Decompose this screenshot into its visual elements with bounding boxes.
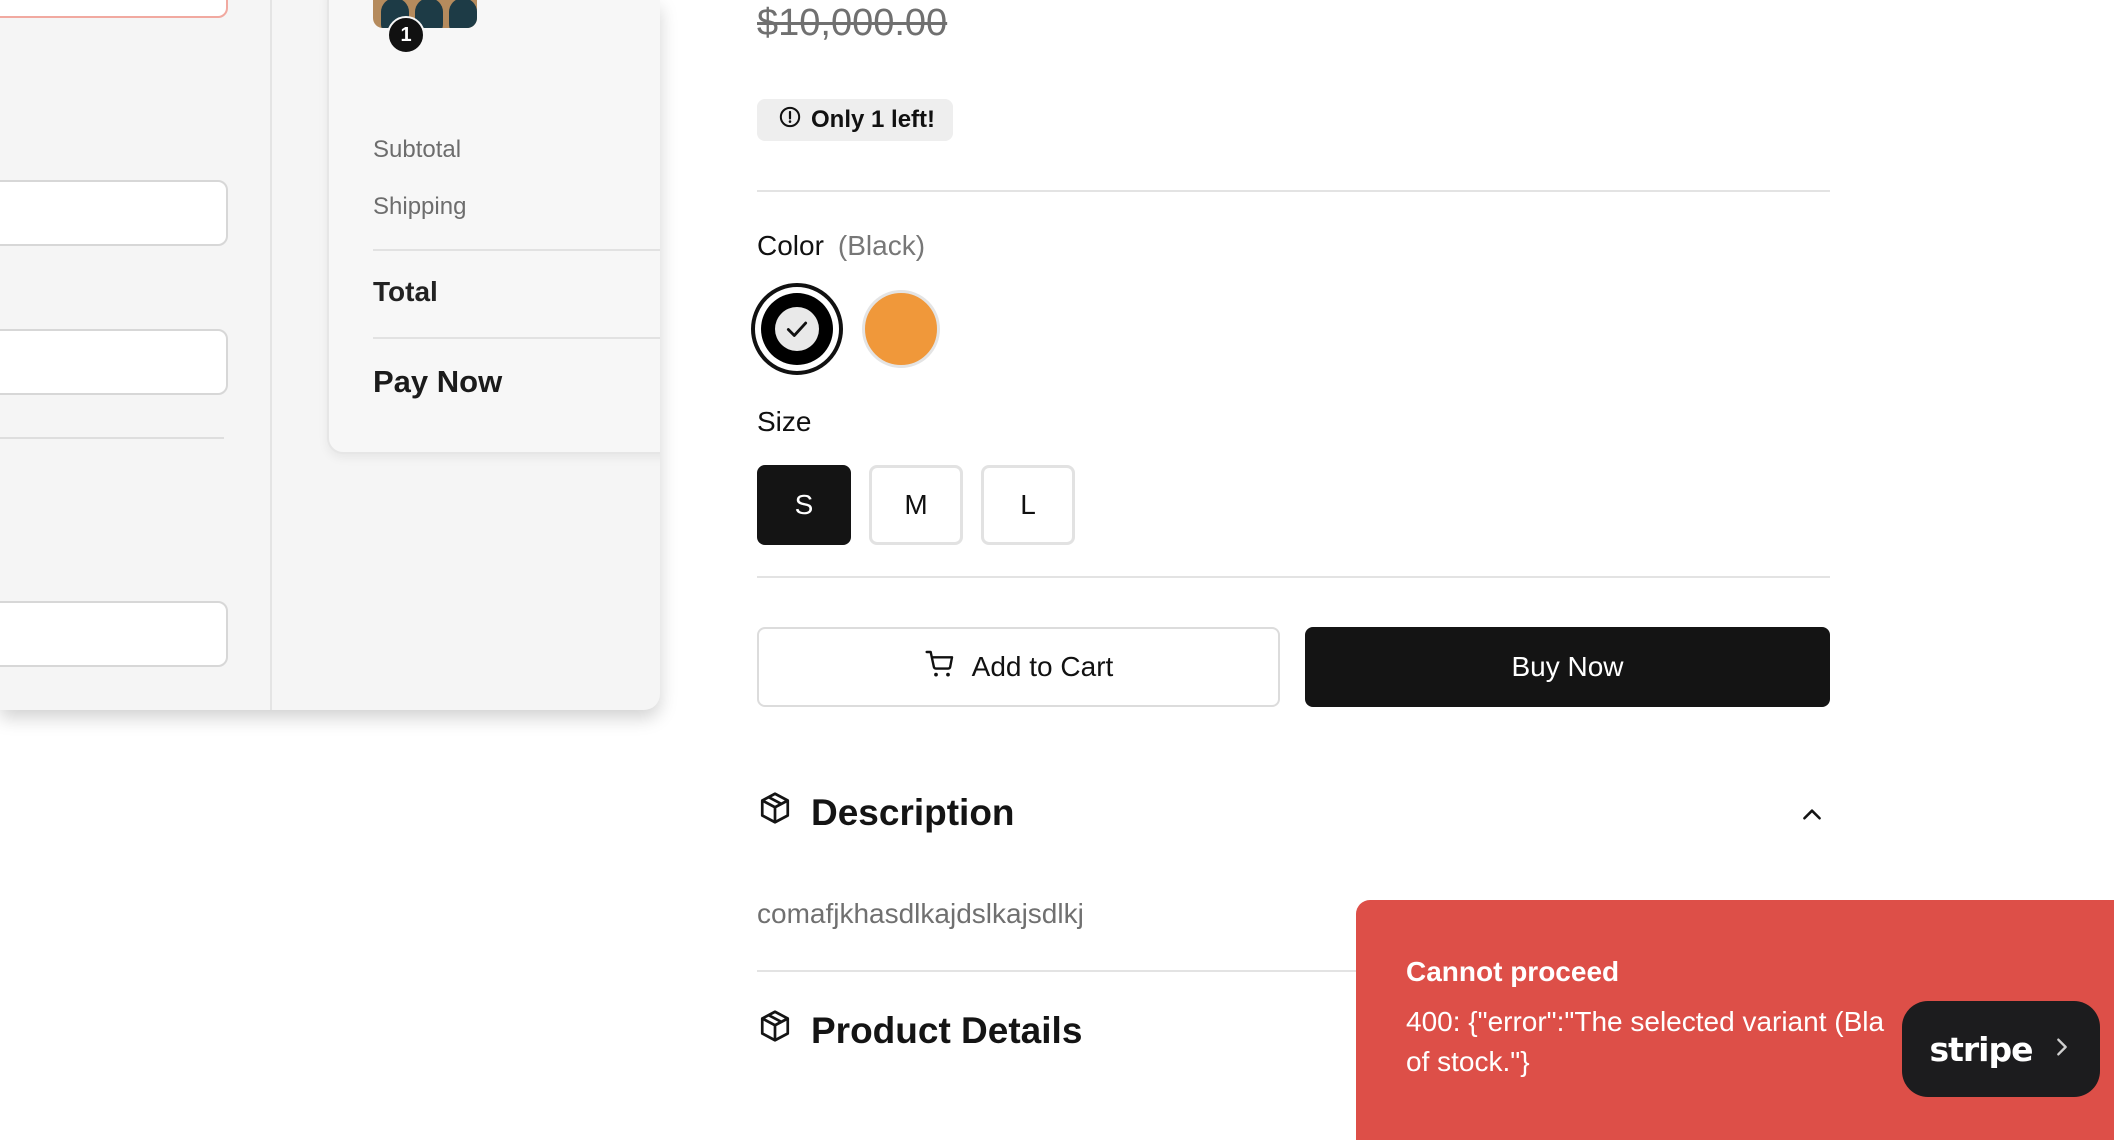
divider [757,576,1830,578]
color-swatch-orange[interactable] [862,290,940,368]
stripe-badge[interactable]: stripe [1902,1001,2100,1097]
add-to-cart-label: Add to Cart [971,651,1114,682]
form-field[interactable] [0,601,228,667]
summary-divider [373,249,660,251]
size-option-m[interactable]: M [869,465,963,545]
checkout-form-column [0,0,272,710]
shipping-label: Shipping [373,193,467,220]
description-heading[interactable]: Description [757,790,1015,835]
color-selected-value: (Black) [837,230,926,261]
total-label: Total [373,276,438,307]
divider [757,190,1830,192]
package-icon [757,790,793,835]
size-option-l[interactable]: L [981,465,1075,545]
color-label-text: Color [757,230,824,261]
subtotal-label: Subtotal [373,136,462,163]
color-label: Color (Black) [757,230,925,262]
summary-divider [373,337,660,339]
alert-icon [779,106,801,135]
checkout-modal: 1 Subtotal Shipping Total Pay Now [0,0,660,710]
package-icon [757,1008,793,1053]
chevron-right-icon [2051,1034,2073,1065]
product-details-heading[interactable]: Product Details [757,1008,1082,1053]
color-swatch-black[interactable] [751,283,843,375]
size-label: Size [757,406,812,437]
cart-icon [924,648,956,687]
description-text: comafjkhasdlkajdslkajsdlkj [757,898,1084,929]
form-divider [0,437,224,439]
order-summary: 1 Subtotal Shipping Total Pay Now [327,0,660,454]
stripe-logo: stripe [1929,1029,2033,1069]
buy-now-button[interactable]: Buy Now [1305,627,1830,707]
add-to-cart-button[interactable]: Add to Cart [757,627,1280,707]
stock-badge-text: Only 1 left! [811,106,936,133]
chevron-up-icon[interactable] [1795,798,1829,832]
form-field[interactable] [0,180,228,246]
original-price: $10,000.00 [757,2,948,44]
pay-now-button[interactable]: Pay Now [373,364,502,400]
toast-title: Cannot proceed [1406,956,1620,987]
description-heading-text: Description [811,791,1015,833]
form-field-error[interactable] [0,0,228,18]
quantity-badge: 1 [387,16,425,54]
size-option-s[interactable]: S [757,465,851,545]
check-icon [775,307,819,351]
product-details-heading-text: Product Details [811,1009,1083,1051]
form-field[interactable] [0,329,228,395]
product-thumbnail [373,0,477,28]
stock-badge: Only 1 left! [757,99,954,141]
